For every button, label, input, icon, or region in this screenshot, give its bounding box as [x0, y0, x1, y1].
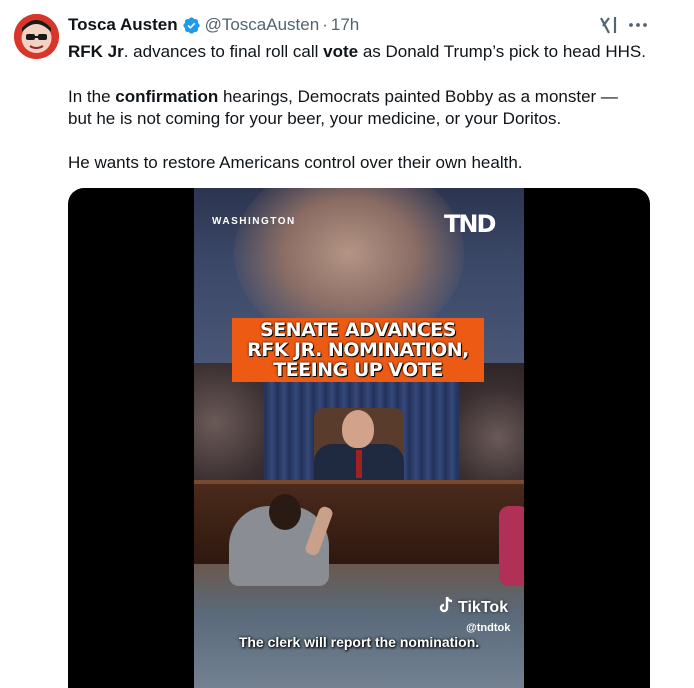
clerk-head: [269, 494, 301, 530]
avatar[interactable]: [14, 14, 59, 59]
text-segment: . advances to final roll call: [123, 42, 324, 61]
location-label: WASHINGTON: [212, 216, 296, 227]
tweet-text-line-2: In the confirmation hearings, Democrats …: [68, 85, 668, 108]
headline-line: SENATE ADVANCES: [260, 319, 456, 341]
tiktok-icon: [438, 596, 454, 619]
video-caption: The clerk will report the nomination.: [238, 634, 480, 650]
verified-badge-icon: [182, 16, 201, 35]
headline-line: TEEING UP VOTE: [273, 359, 443, 381]
tweet-text-line-1: RFK Jr. advances to final roll call vote…: [68, 40, 668, 63]
text-segment: as Donald Trump’s pick to head HHS.: [358, 42, 646, 61]
headline-line: RFK JR. NOMINATION,: [247, 339, 469, 361]
brand-logo: TND: [444, 210, 496, 238]
video-frame[interactable]: WASHINGTON TND SENATE ADVANCES RFK JR. N…: [194, 188, 524, 688]
pink-figure: [499, 506, 524, 586]
text-segment: hearings, Democrats painted Bobby as a m…: [218, 87, 618, 106]
bold-text: confirmation: [115, 87, 219, 106]
tweet-text-line-3: but he is not coming for your beer, your…: [68, 109, 562, 128]
headline-banner: SENATE ADVANCES RFK JR. NOMINATION, TEEI…: [232, 318, 484, 382]
video-media[interactable]: WASHINGTON TND SENATE ADVANCES RFK JR. N…: [68, 188, 650, 688]
tweet-text-line-4: He wants to restore Americans control ov…: [68, 153, 523, 172]
author-name[interactable]: Tosca Austen: [68, 15, 178, 35]
author-handle[interactable]: @ToscaAusten: [205, 15, 320, 35]
tiktok-handle: @tndtok: [466, 622, 511, 634]
timestamp[interactable]: 17h: [331, 15, 359, 35]
tiktok-watermark: TikTok: [438, 596, 508, 619]
grok-icon[interactable]: [598, 14, 620, 36]
bold-text: RFK Jr: [68, 42, 124, 61]
more-icon[interactable]: [626, 16, 650, 34]
text-segment: In the: [68, 87, 116, 106]
tweet-header: Tosca Austen @ToscaAusten · 17h: [68, 14, 359, 36]
presiding-officer-head: [342, 410, 374, 448]
separator-dot: ·: [322, 15, 328, 34]
bold-text: vote: [323, 42, 359, 61]
tiktok-label: TikTok: [458, 598, 509, 616]
tie: [356, 450, 362, 478]
